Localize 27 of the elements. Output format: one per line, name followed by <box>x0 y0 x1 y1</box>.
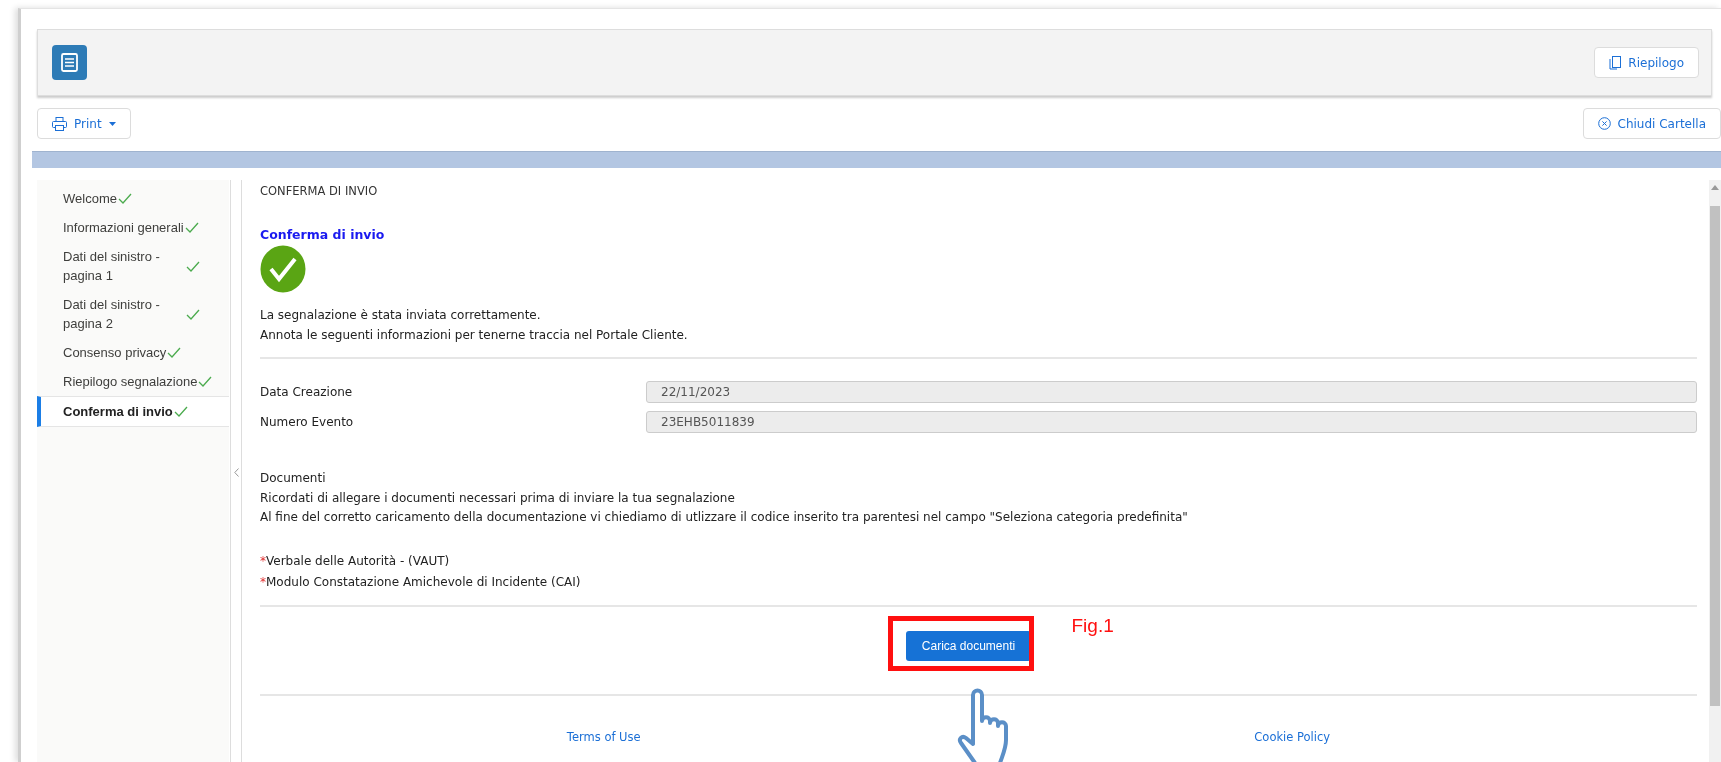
required-document: Modulo Constatazione Amichevole di Incidente (CAI) <box>266 574 581 589</box>
message-text: La segnalazione è stata inviata correttamente. <box>260 307 542 324</box>
required-document: Verbale delle Autorità - (VAUT) <box>266 553 450 568</box>
documents-note: Ricordati di allegare i documenti necessari prima di inviare la tua segnalazione <box>260 489 736 507</box>
field-label: Data Creazione <box>260 385 354 399</box>
close-folder-button[interactable]: Chiudi Cartella <box>1582 108 1721 139</box>
step-item[interactable]: Dati del sinistro - pagina 2 <box>37 290 229 338</box>
footer-link[interactable]: Terms of Use <box>566 729 641 744</box>
confirm-heading: Conferma di invio <box>260 227 386 242</box>
step-item[interactable]: Informazioni generali <box>37 213 229 242</box>
step-item[interactable]: Consenso privacy <box>37 338 229 367</box>
figure-label: Fig.1 <box>1071 614 1114 637</box>
field-label: Numero Evento <box>260 415 355 429</box>
required-marker: * <box>260 574 266 589</box>
footer-link[interactable]: Cookie Policy <box>1254 729 1331 744</box>
step-item[interactable]: Riepilogo segnalazione <box>37 367 229 396</box>
step-item[interactable]: Conferma di invio <box>37 396 229 427</box>
print-button[interactable]: Print <box>37 108 131 139</box>
section-title: CONFERMA DI INVIO <box>260 184 379 198</box>
upload-documents-button[interactable]: Carica documenti <box>905 630 1032 661</box>
required-marker: * <box>260 553 266 568</box>
message-text: Annota le seguenti informazioni per tenerne traccia nel Portale Cliente. <box>260 327 689 344</box>
documents-note: Al fine del corretto caricamento della documentazione vi chiediamo di utlizzare il codice inserito tra parentesi nel campo "Seleziona categoria predefinita" <box>260 509 1189 526</box>
step-item[interactable]: Dati del sinistro - pagina 1 <box>37 242 229 290</box>
step-item[interactable]: Welcome <box>37 184 229 213</box>
documents-title: Documenti <box>260 470 327 487</box>
summary-button[interactable]: Riepilogo <box>1594 47 1699 78</box>
